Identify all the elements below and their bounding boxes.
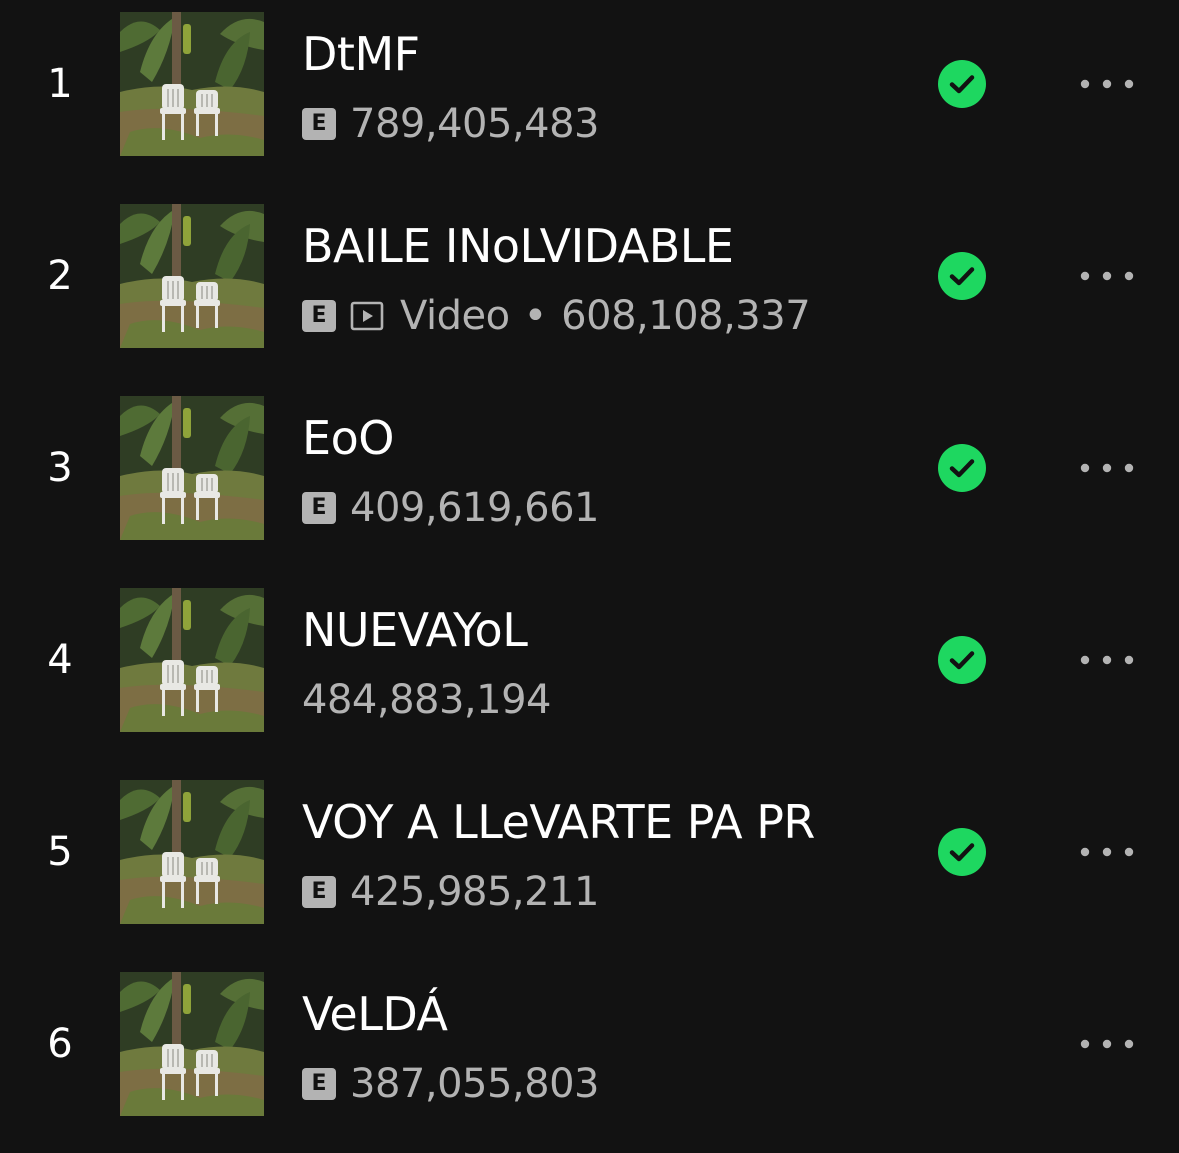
explicit-badge: E bbox=[302, 108, 336, 140]
stream-count: 608,108,337 bbox=[561, 293, 811, 339]
explicit-badge: E bbox=[302, 492, 336, 524]
track-meta: E 789,405,483 bbox=[302, 96, 599, 152]
stream-count: 387,055,803 bbox=[350, 1061, 599, 1107]
track-title: EoO bbox=[302, 411, 394, 465]
album-cover bbox=[120, 396, 264, 540]
more-options-icon[interactable] bbox=[1076, 66, 1138, 102]
check-circle-icon[interactable] bbox=[938, 444, 986, 492]
track-title: DtMF bbox=[302, 27, 420, 81]
track-title: VOY A LLeVARTE PA PR bbox=[302, 795, 815, 849]
stream-count: 789,405,483 bbox=[350, 101, 599, 147]
check-circle-icon[interactable] bbox=[938, 636, 986, 684]
more-options-icon[interactable] bbox=[1076, 1026, 1138, 1062]
stream-count: 425,985,211 bbox=[350, 869, 599, 915]
track-meta: E 387,055,803 bbox=[302, 1056, 599, 1112]
album-cover bbox=[120, 588, 264, 732]
more-options-icon[interactable] bbox=[1076, 834, 1138, 870]
separator-dot: • bbox=[523, 293, 548, 339]
track-rank: 3 bbox=[47, 445, 73, 491]
stream-count: 484,883,194 bbox=[302, 677, 551, 723]
video-label: Video bbox=[400, 293, 510, 339]
popular-tracks-list: 1 DtMF E 789,405,483 2 BAILE INoLVIDABLE… bbox=[0, 0, 1179, 1153]
track-row[interactable]: 6 VeLDÁ E 387,055,803 bbox=[0, 960, 1179, 1152]
more-options-icon[interactable] bbox=[1076, 642, 1138, 678]
album-cover bbox=[120, 12, 264, 156]
explicit-badge: E bbox=[302, 300, 336, 332]
track-row[interactable]: 3 EoO E 409,619,661 bbox=[0, 384, 1179, 576]
album-cover bbox=[120, 780, 264, 924]
track-title: NUEVAYoL bbox=[302, 603, 528, 657]
track-title: BAILE INoLVIDABLE bbox=[302, 219, 734, 273]
album-cover bbox=[120, 972, 264, 1116]
album-cover bbox=[120, 204, 264, 348]
track-title: VeLDÁ bbox=[302, 987, 448, 1041]
track-row[interactable]: 2 BAILE INoLVIDABLE E Video • 608,108,33… bbox=[0, 192, 1179, 384]
track-meta: E 425,985,211 bbox=[302, 864, 599, 920]
video-icon bbox=[350, 300, 384, 332]
track-rank: 6 bbox=[47, 1021, 73, 1067]
track-rank: 5 bbox=[47, 829, 73, 875]
track-row[interactable]: 1 DtMF E 789,405,483 bbox=[0, 0, 1179, 192]
check-circle-icon[interactable] bbox=[938, 828, 986, 876]
check-circle-icon[interactable] bbox=[938, 252, 986, 300]
track-row[interactable]: 4 NUEVAYoL 484,883,194 bbox=[0, 576, 1179, 768]
explicit-badge: E bbox=[302, 1068, 336, 1100]
track-row[interactable]: 5 VOY A LLeVARTE PA PR E 425,985,211 bbox=[0, 768, 1179, 960]
explicit-badge: E bbox=[302, 876, 336, 908]
more-options-icon[interactable] bbox=[1076, 258, 1138, 294]
track-meta: E Video • 608,108,337 bbox=[302, 288, 811, 344]
track-meta: 484,883,194 bbox=[302, 672, 551, 728]
track-rank: 1 bbox=[47, 61, 73, 107]
track-rank: 4 bbox=[47, 637, 73, 683]
track-meta: E 409,619,661 bbox=[302, 480, 599, 536]
track-rank: 2 bbox=[47, 253, 73, 299]
stream-count: 409,619,661 bbox=[350, 485, 599, 531]
check-circle-icon[interactable] bbox=[938, 60, 986, 108]
more-options-icon[interactable] bbox=[1076, 450, 1138, 486]
